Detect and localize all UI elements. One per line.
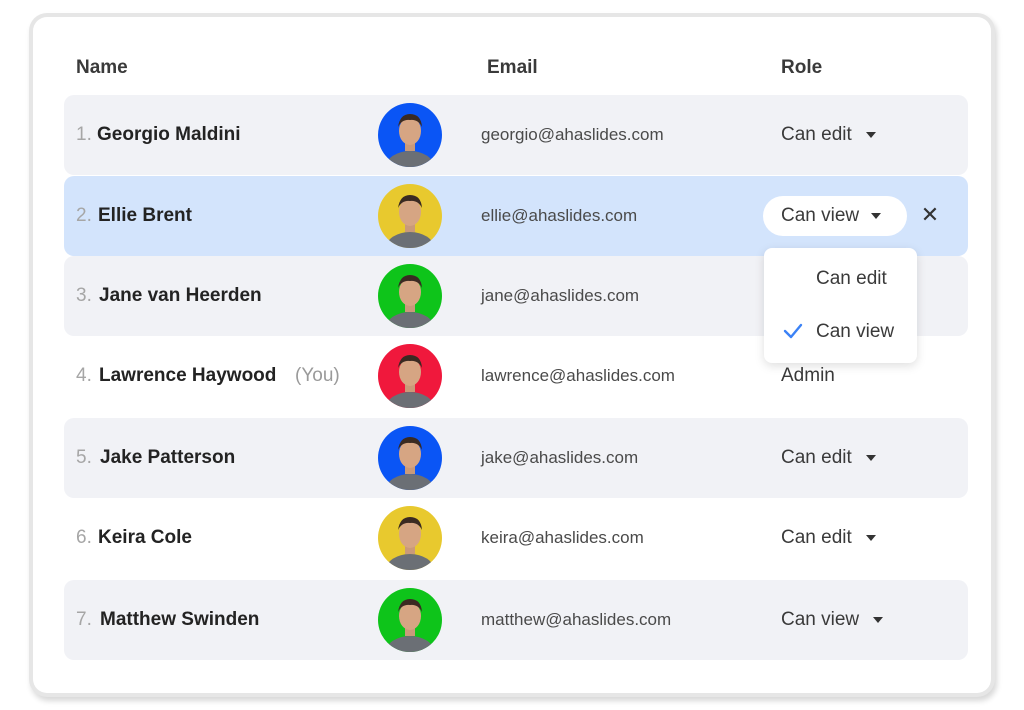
member-row[interactable]: 6. Keira Cole keira@ahaslides.com Can edit bbox=[64, 498, 968, 578]
avatar bbox=[378, 344, 442, 408]
avatar bbox=[378, 588, 442, 652]
member-row[interactable]: 7. Matthew Swinden matthew@ahaslides.com C… bbox=[64, 580, 968, 660]
member-email: lawrence@ahaslides.com bbox=[481, 366, 675, 385]
row-index: 1. bbox=[76, 124, 92, 145]
person-icon bbox=[386, 275, 434, 328]
column-header-email: Email bbox=[487, 57, 538, 78]
check-icon bbox=[783, 323, 803, 339]
member-name: Georgio Maldini bbox=[97, 124, 241, 145]
role-select[interactable]: Can view bbox=[763, 196, 907, 236]
caret-down-icon bbox=[873, 617, 884, 623]
avatar bbox=[378, 103, 442, 167]
role-dropdown-menu: Can edit Can view bbox=[764, 248, 917, 363]
caret-down-icon bbox=[865, 132, 876, 138]
caret-down-icon bbox=[865, 455, 876, 461]
member-row[interactable]: 1. Georgio Maldini georgio@ahaslides.com C… bbox=[64, 95, 968, 175]
member-email: ellie@ahaslides.com bbox=[481, 206, 638, 225]
member-email: jane@ahaslides.com bbox=[481, 286, 640, 305]
avatar bbox=[378, 426, 442, 490]
role-value: Can edit bbox=[781, 447, 852, 468]
row-index: 3. bbox=[76, 285, 92, 306]
member-row[interactable]: 5. Jake Patterson jake@ahaslides.com Can e… bbox=[64, 418, 968, 498]
column-header-role: Role bbox=[781, 57, 823, 78]
member-name: Ellie Brent bbox=[98, 205, 192, 226]
role-select[interactable]: Can edit bbox=[781, 498, 876, 578]
caret-down-icon bbox=[871, 213, 882, 219]
role-value: Can view bbox=[781, 205, 860, 226]
close-icon: ✕ bbox=[920, 202, 940, 227]
person-icon bbox=[386, 195, 434, 248]
person-icon bbox=[386, 437, 434, 490]
member-email: matthew@ahaslides.com bbox=[481, 610, 672, 629]
member-name: Matthew Swinden bbox=[100, 609, 260, 630]
person-icon bbox=[386, 114, 434, 167]
member-name: Keira Cole bbox=[98, 527, 192, 548]
member-name: Jake Patterson bbox=[100, 447, 236, 468]
person-icon bbox=[386, 517, 434, 570]
menu-item-can-view[interactable]: Can view bbox=[816, 321, 894, 343]
row-index: 4. bbox=[76, 365, 92, 386]
remove-member-button[interactable]: ✕ bbox=[919, 204, 941, 226]
member-email: keira@ahaslides.com bbox=[481, 528, 644, 547]
role-value: Admin bbox=[781, 365, 835, 386]
role-select[interactable]: Can edit bbox=[781, 418, 876, 498]
role-value: Can view bbox=[781, 609, 860, 630]
role-value: Can edit bbox=[781, 527, 852, 548]
role-select[interactable]: Can view bbox=[781, 580, 884, 660]
member-email: jake@ahaslides.com bbox=[481, 448, 639, 467]
avatar bbox=[378, 264, 442, 328]
person-icon bbox=[386, 599, 434, 652]
member-email: georgio@ahaslides.com bbox=[481, 125, 664, 144]
caret-down-icon bbox=[865, 535, 876, 541]
person-icon bbox=[386, 355, 434, 408]
avatar bbox=[378, 506, 442, 570]
you-label: (You) bbox=[295, 365, 340, 386]
row-index: 5. bbox=[76, 447, 92, 468]
row-index: 6. bbox=[76, 527, 92, 548]
row-index: 7. bbox=[76, 609, 92, 630]
member-name: Jane van Heerden bbox=[99, 285, 262, 306]
member-name: Lawrence Haywood bbox=[99, 365, 277, 386]
column-header-name: Name bbox=[76, 57, 128, 78]
row-index: 2. bbox=[76, 205, 92, 226]
menu-item-can-edit[interactable]: Can edit bbox=[816, 268, 887, 290]
avatar bbox=[378, 184, 442, 248]
role-select[interactable]: Can edit bbox=[781, 95, 876, 175]
member-row[interactable]: 2. Ellie Brent ellie@ahaslides.com Can vie… bbox=[64, 176, 968, 256]
role-value: Can edit bbox=[781, 124, 852, 145]
